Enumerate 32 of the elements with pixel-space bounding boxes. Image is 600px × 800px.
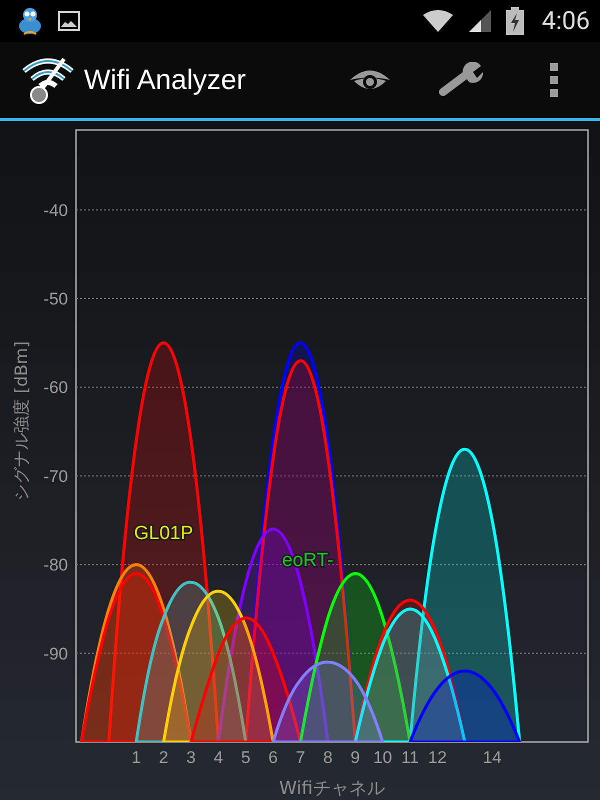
- wifi-icon: [422, 9, 454, 33]
- overflow-menu-icon[interactable]: [549, 63, 559, 97]
- bird-icon: [16, 6, 44, 36]
- x-tick-label: 14: [482, 748, 502, 767]
- x-tick-label: 4: [214, 748, 224, 767]
- x-tick-label: 2: [158, 748, 168, 767]
- y-tick-label: -70: [43, 466, 68, 486]
- clock: 4:06: [542, 6, 590, 36]
- x-tick-label: 11: [401, 748, 419, 767]
- x-tick-label: 10: [373, 748, 392, 767]
- y-tick-label: -60: [43, 378, 68, 398]
- app-title: Wifi Analyzer: [84, 64, 246, 96]
- wrench-icon[interactable]: [439, 62, 485, 98]
- x-tick-label: 8: [323, 748, 333, 767]
- x-tick-label: 9: [350, 748, 360, 767]
- x-tick-label: 1: [132, 748, 141, 767]
- signal-icon: [468, 9, 492, 33]
- y-axis-title: シグナル強度 [dBm]: [12, 341, 32, 501]
- y-tick-label: -90: [43, 644, 68, 664]
- y-tick-label: -50: [43, 290, 68, 309]
- x-tick-label: 3: [186, 748, 196, 767]
- image-icon: [58, 11, 80, 31]
- x-tick-label: 12: [428, 748, 447, 767]
- network-label: GL01P: [134, 523, 194, 544]
- x-tick-label: 7: [296, 748, 306, 767]
- x-tick-label: 5: [241, 748, 250, 767]
- battery-icon: [506, 7, 524, 35]
- app-logo-icon: [20, 55, 76, 105]
- y-tick-label: -40: [43, 200, 68, 220]
- y-tick-label: -80: [43, 556, 68, 575]
- x-axis-title: Wifiチャネル: [279, 778, 385, 799]
- x-tick-label: 6: [268, 748, 278, 767]
